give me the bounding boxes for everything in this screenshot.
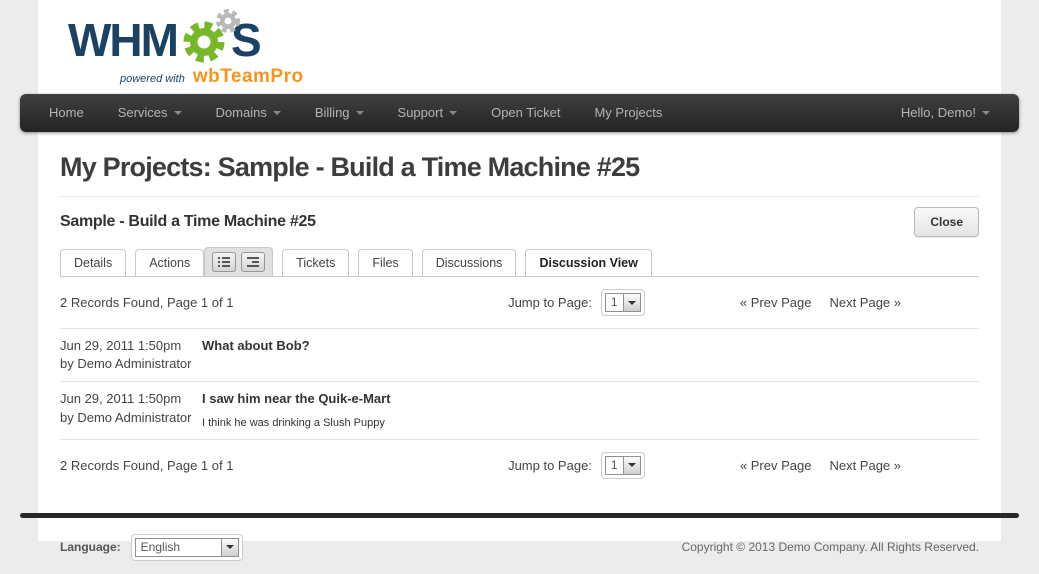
tab-discussions[interactable]: Discussions	[422, 249, 517, 276]
logo-tagline: powered with wbTeamPro	[68, 66, 304, 88]
page-card: WHM S powered with wbT	[38, 0, 1001, 541]
dropdown-button[interactable]	[623, 457, 640, 474]
panel-header: Sample - Build a Time Machine #25 Close	[60, 207, 979, 237]
records-found-text: 2 Records Found, Page 1 of 1	[60, 458, 508, 473]
page-select[interactable]: 1	[605, 456, 641, 475]
page-select-value: 1	[606, 457, 623, 474]
list-bullet-view-icon[interactable]	[212, 252, 236, 272]
entry-title: What about Bob?	[202, 337, 310, 355]
logo-gears	[179, 14, 229, 66]
chevron-down-icon	[628, 301, 636, 305]
entry-author: by Demo Administrator	[60, 409, 202, 427]
nav-item-home[interactable]: Home	[32, 94, 101, 132]
jump-to-page-label: Jump to Page:	[508, 458, 592, 473]
logo: WHM S powered with wbT	[38, 0, 304, 94]
language-select-value: English	[136, 539, 221, 556]
entry-date: Jun 29, 2011 1:50pm	[60, 390, 202, 408]
nav-item-label: Billing	[315, 94, 350, 132]
page-links: « Prev Page Next Page »	[740, 295, 901, 310]
entry-meta: Jun 29, 2011 1:50pm by Demo Administrato…	[60, 390, 202, 431]
entry-content: What about Bob?	[202, 337, 310, 373]
tab-discussion-view[interactable]: Discussion View	[525, 249, 651, 276]
language-select[interactable]: English	[135, 538, 239, 557]
language-label: Language:	[60, 540, 121, 554]
pagination-row-bottom: 2 Records Found, Page 1 of 1 Jump to Pag…	[60, 439, 979, 491]
records-found-text: 2 Records Found, Page 1 of 1	[60, 295, 508, 310]
chevron-down-icon	[982, 111, 990, 115]
page-select-value: 1	[606, 294, 623, 311]
chevron-down-icon	[628, 463, 636, 467]
dropdown-button[interactable]	[221, 539, 238, 556]
logo-wordmark: WHM S	[68, 14, 304, 66]
nav-item-label: My Projects	[594, 94, 662, 132]
nav-item-label: Home	[49, 94, 84, 132]
viewport: WHM S powered with wbT	[0, 0, 1039, 574]
entry-title: I saw him near the Quik-e-Mart	[202, 390, 391, 408]
prev-page-link[interactable]: « Prev Page	[740, 458, 812, 473]
nav-item-label: Domains	[216, 94, 267, 132]
jump-to-page-group: Jump to Page: 1	[508, 452, 645, 479]
entry-date: Jun 29, 2011 1:50pm	[60, 337, 202, 355]
nav-item-open-ticket[interactable]: Open Ticket	[474, 94, 577, 132]
footer: Language: English Copyright © 2013 Demo …	[38, 518, 1001, 574]
main-navbar: Home Services Domains Billing Support Op…	[20, 94, 1019, 132]
page-select-wrap: 1	[601, 289, 645, 316]
jump-to-page-group: Jump to Page: 1	[508, 289, 645, 316]
nav-item-billing[interactable]: Billing	[298, 94, 381, 132]
page-links: « Prev Page Next Page »	[740, 458, 901, 473]
nav-user-label: Hello, Demo!	[901, 94, 976, 132]
tab-details[interactable]: Details	[60, 249, 126, 276]
chevron-down-icon	[356, 111, 364, 115]
list-detail-view-icon[interactable]	[241, 252, 265, 272]
next-page-link[interactable]: Next Page »	[829, 458, 901, 473]
copyright-text: Copyright © 2013 Demo Company. All Right…	[682, 540, 979, 554]
nav-item-services[interactable]: Services	[101, 94, 199, 132]
entry-meta: Jun 29, 2011 1:50pm by Demo Administrato…	[60, 337, 202, 373]
entry-author: by Demo Administrator	[60, 355, 202, 373]
nav-item-label: Open Ticket	[491, 94, 560, 132]
next-page-link[interactable]: Next Page »	[829, 295, 901, 310]
chevron-down-icon	[449, 111, 457, 115]
nav-item-label: Support	[398, 94, 444, 132]
chevron-down-icon	[273, 111, 281, 115]
nav-item-my-projects[interactable]: My Projects	[577, 94, 679, 132]
discussion-entry: Jun 29, 2011 1:50pm by Demo Administrato…	[60, 328, 979, 381]
page-select-wrap: 1	[601, 452, 645, 479]
entry-content: I saw him near the Quik-e-Mart I think h…	[202, 390, 391, 431]
close-button[interactable]: Close	[914, 207, 979, 237]
language-select-wrap: English	[131, 534, 243, 561]
page-title: My Projects: Sample - Build a Time Machi…	[60, 152, 979, 197]
page-select[interactable]: 1	[605, 293, 641, 312]
chevron-down-icon	[174, 111, 182, 115]
pagination-row-top: 2 Records Found, Page 1 of 1 Jump to Pag…	[60, 277, 979, 328]
view-toggle-group	[204, 247, 273, 276]
discussion-entry: Jun 29, 2011 1:50pm by Demo Administrato…	[60, 381, 979, 439]
wbteampro-brand: wbTeamPro	[193, 66, 304, 88]
nav-item-domains[interactable]: Domains	[199, 94, 298, 132]
tab-tickets[interactable]: Tickets	[282, 249, 349, 276]
tab-actions[interactable]: Actions	[135, 249, 204, 276]
tab-files[interactable]: Files	[358, 249, 412, 276]
logo-text-prefix: WHM	[68, 17, 177, 63]
entry-body: I think he was drinking a Slush Puppy	[202, 416, 391, 431]
tab-bar: Details Actions Tickets Files Discussion…	[60, 247, 979, 277]
nav-item-label: Services	[118, 94, 168, 132]
powered-with-text: powered with	[120, 73, 185, 85]
nav-item-support[interactable]: Support	[381, 94, 475, 132]
prev-page-link[interactable]: « Prev Page	[740, 295, 812, 310]
project-heading: Sample - Build a Time Machine #25	[60, 213, 316, 231]
gray-gear-icon	[213, 6, 243, 36]
nav-user-menu[interactable]: Hello, Demo!	[884, 94, 1007, 132]
jump-to-page-label: Jump to Page:	[508, 295, 592, 310]
dropdown-button[interactable]	[623, 294, 640, 311]
chevron-down-icon	[226, 545, 234, 549]
